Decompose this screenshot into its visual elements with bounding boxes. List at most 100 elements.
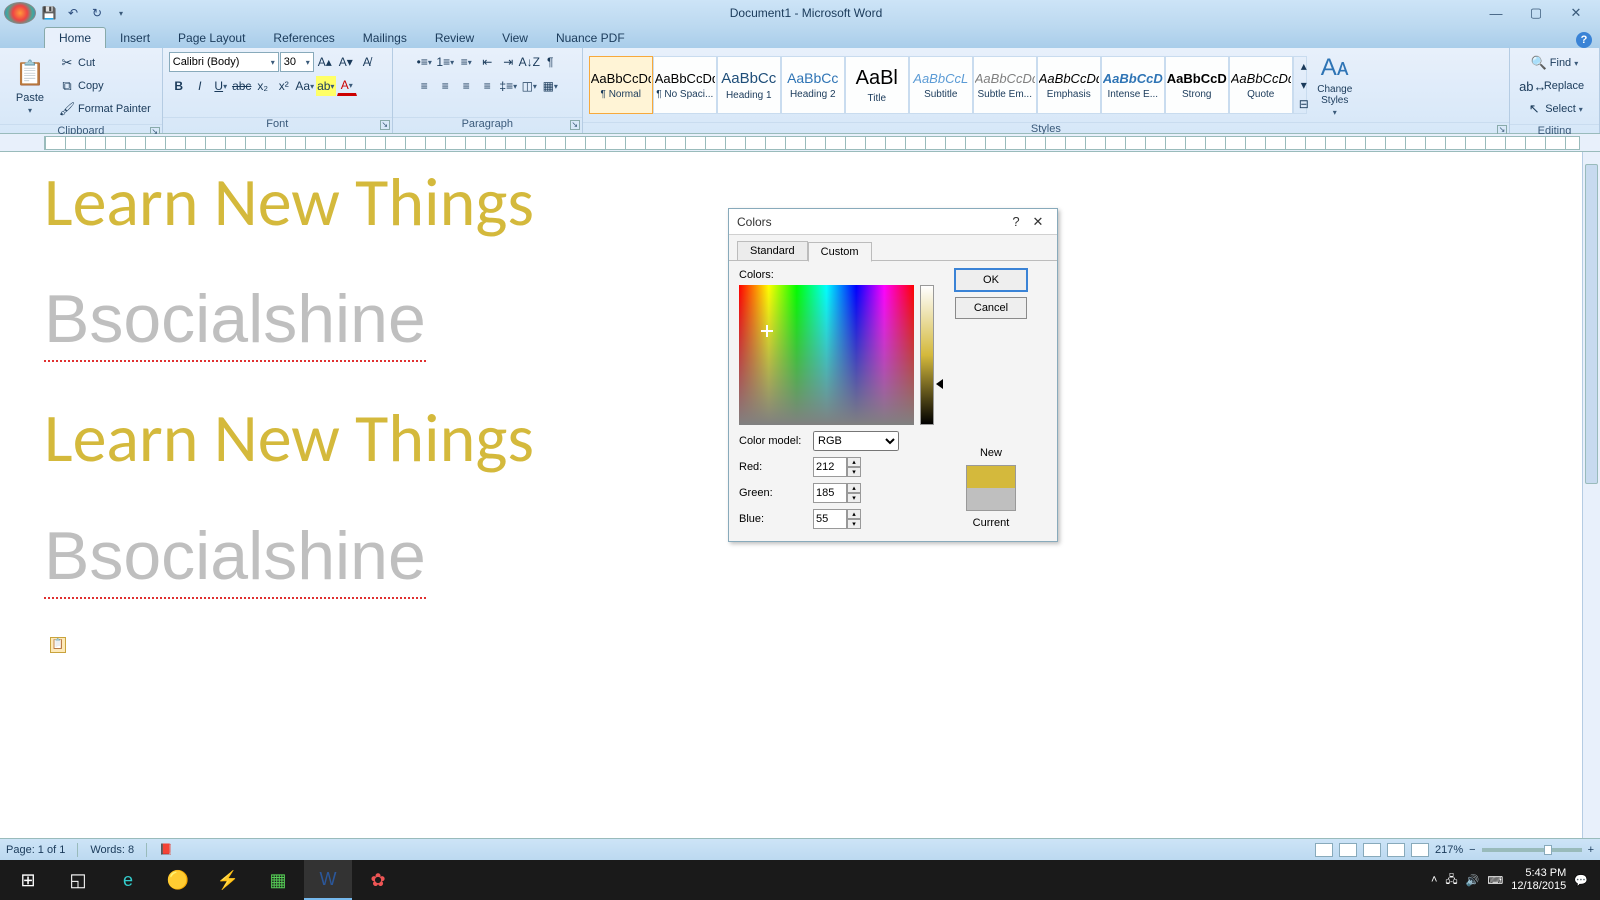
style-item--no-spaci-[interactable]: AaBbCcDd¶ No Spaci... [653, 56, 717, 114]
tray-chevron-icon[interactable]: ˄ [1431, 874, 1437, 886]
grow-font-button[interactable]: A▴ [315, 52, 335, 72]
spin-up-icon[interactable]: ▴ [847, 483, 861, 493]
web-layout-view-button[interactable] [1363, 843, 1381, 857]
draft-view-button[interactable] [1411, 843, 1429, 857]
close-button[interactable]: ✕ [1562, 4, 1590, 22]
blue-spinner[interactable]: ▴▾ [813, 509, 861, 529]
dialog-help-button[interactable]: ? [1005, 214, 1027, 229]
bullets-button[interactable]: •≡▾ [414, 52, 434, 72]
tab-view[interactable]: View [488, 28, 542, 48]
task-view-button[interactable]: ◱ [54, 860, 102, 900]
strikethrough-button[interactable]: abc [232, 76, 252, 96]
dialog-title-bar[interactable]: Colors ? ✕ [729, 209, 1057, 235]
superscript-button[interactable]: x² [274, 76, 294, 96]
blue-input[interactable] [813, 509, 847, 529]
format-painter-button[interactable]: 🖌Format Painter [54, 98, 156, 120]
find-button[interactable]: 🔍Find▾ [1526, 52, 1583, 74]
align-right-button[interactable]: ≡ [456, 76, 476, 96]
clock[interactable]: 5:43 PM 12/18/2015 [1511, 867, 1566, 893]
luminance-slider[interactable] [920, 285, 934, 425]
edge-icon[interactable]: e [104, 860, 152, 900]
align-left-button[interactable]: ≡ [414, 76, 434, 96]
style-item-intense-e-[interactable]: AaBbCcDdIntense E... [1101, 56, 1165, 114]
office-button[interactable] [4, 2, 36, 24]
spin-up-icon[interactable]: ▴ [847, 457, 861, 467]
redo-icon[interactable]: ↻ [88, 4, 106, 22]
font-size-combo[interactable]: 30▾ [280, 52, 314, 72]
volume-icon[interactable]: 🔊 [1466, 874, 1480, 887]
qat-customize-icon[interactable]: ▾ [112, 4, 130, 22]
tab-home[interactable]: Home [44, 27, 106, 48]
tab-page-layout[interactable]: Page Layout [164, 28, 259, 48]
word-taskbar-icon[interactable]: W [304, 860, 352, 900]
style-item-strong[interactable]: AaBbCcDdStrong [1165, 56, 1229, 114]
spin-up-icon[interactable]: ▴ [847, 509, 861, 519]
line-spacing-button[interactable]: ‡≡▾ [498, 76, 518, 96]
tab-insert[interactable]: Insert [106, 28, 164, 48]
borders-button[interactable]: ▦▾ [540, 76, 560, 96]
green-input[interactable] [813, 483, 847, 503]
vertical-scrollbar[interactable] [1582, 152, 1600, 878]
notifications-icon[interactable]: 💬 [1574, 874, 1588, 887]
minimize-button[interactable]: — [1482, 4, 1510, 22]
style-item-heading-1[interactable]: AaBbCcHeading 1 [717, 56, 781, 114]
paste-button[interactable]: 📋 Paste ▾ [6, 53, 54, 119]
style-item-quote[interactable]: AaBbCcDdQuote [1229, 56, 1293, 114]
zoom-out-button[interactable]: − [1469, 844, 1475, 856]
subscript-button[interactable]: x₂ [253, 76, 273, 96]
font-color-button[interactable]: A▾ [337, 76, 357, 96]
print-layout-view-button[interactable] [1315, 843, 1333, 857]
scrollbar-thumb[interactable] [1585, 164, 1598, 484]
spin-down-icon[interactable]: ▾ [847, 519, 861, 529]
zoom-slider[interactable] [1482, 848, 1582, 852]
italic-button[interactable]: I [190, 76, 210, 96]
numbering-button[interactable]: 1≡▾ [435, 52, 455, 72]
tab-references[interactable]: References [259, 28, 348, 48]
chrome-icon[interactable]: 🟡 [154, 860, 202, 900]
tab-standard[interactable]: Standard [737, 241, 808, 261]
change-case-button[interactable]: Aa▾ [295, 76, 315, 96]
dialog-launcher-icon[interactable]: ↘ [380, 120, 390, 130]
underline-button[interactable]: U▾ [211, 76, 231, 96]
justify-button[interactable]: ≡ [477, 76, 497, 96]
tab-nuance-pdf[interactable]: Nuance PDF [542, 28, 639, 48]
copy-button[interactable]: ⧉Copy [54, 75, 156, 97]
app-icon[interactable]: ▦ [254, 860, 302, 900]
align-center-button[interactable]: ≡ [435, 76, 455, 96]
cancel-button[interactable]: Cancel [955, 297, 1027, 319]
style-item--normal[interactable]: AaBbCcDd¶ Normal [589, 56, 653, 114]
proofing-icon[interactable]: 📕 [159, 843, 173, 856]
sort-button[interactable]: A↓Z [519, 52, 539, 72]
horizontal-ruler[interactable] [44, 136, 1580, 150]
paste-options-smart-tag[interactable]: 📋 [50, 637, 66, 653]
app2-icon[interactable]: ✿ [354, 860, 402, 900]
red-spinner[interactable]: ▴▾ [813, 457, 861, 477]
ok-button[interactable]: OK [955, 269, 1027, 291]
winamp-icon[interactable]: ⚡ [204, 860, 252, 900]
replace-button[interactable]: ab↔Replace [1520, 75, 1589, 97]
color-field[interactable] [739, 285, 914, 425]
dialog-launcher-icon[interactable]: ↘ [570, 120, 580, 130]
style-item-subtitle[interactable]: AaBbCcLSubtitle [909, 56, 973, 114]
page-status[interactable]: Page: 1 of 1 [6, 844, 65, 856]
tab-mailings[interactable]: Mailings [349, 28, 421, 48]
help-icon[interactable]: ? [1576, 32, 1592, 48]
red-input[interactable] [813, 457, 847, 477]
dialog-close-button[interactable]: ✕ [1027, 214, 1049, 230]
zoom-slider-knob[interactable] [1544, 845, 1552, 855]
change-styles-button[interactable]: Aᴀ Change Styles ▾ [1307, 52, 1363, 118]
increase-indent-button[interactable]: ⇥ [498, 52, 518, 72]
zoom-in-button[interactable]: + [1588, 844, 1594, 856]
network-icon[interactable]: 🖧 [1445, 871, 1457, 890]
style-item-heading-2[interactable]: AaBbCcHeading 2 [781, 56, 845, 114]
style-item-title[interactable]: AaBlTitle [845, 56, 909, 114]
style-item-emphasis[interactable]: AaBbCcDdEmphasis [1037, 56, 1101, 114]
spin-down-icon[interactable]: ▾ [847, 493, 861, 503]
shading-button[interactable]: ◫▾ [519, 76, 539, 96]
color-model-select[interactable]: RGB [813, 431, 899, 451]
shrink-font-button[interactable]: A▾ [336, 52, 356, 72]
styles-gallery[interactable]: AaBbCcDd¶ NormalAaBbCcDd¶ No Spaci...AaB… [589, 56, 1293, 114]
bold-button[interactable]: B [169, 76, 189, 96]
cut-button[interactable]: ✂Cut [54, 52, 156, 74]
multilevel-list-button[interactable]: ≡▾ [456, 52, 476, 72]
